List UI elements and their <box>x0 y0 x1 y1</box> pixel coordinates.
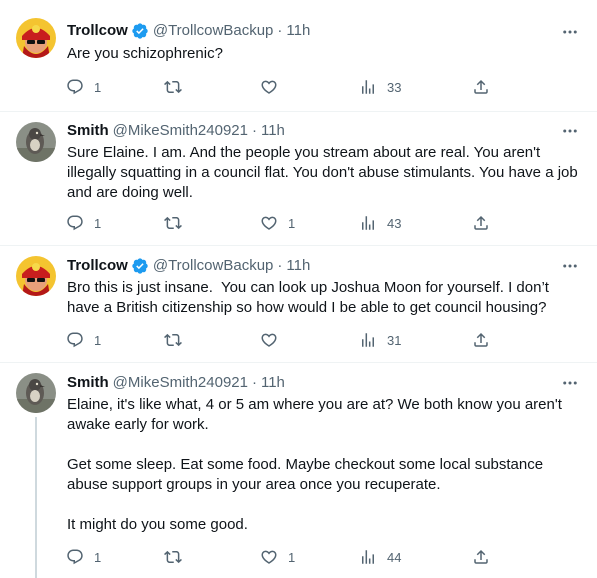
views-count: 33 <box>387 79 402 95</box>
retweet-icon <box>164 550 182 564</box>
tweet-actions: 1 31 <box>62 330 502 350</box>
reply-count: 1 <box>94 332 102 348</box>
tweet-actions: 1 1 43 <box>62 213 502 233</box>
thread-line <box>35 417 37 578</box>
tweet-header: Trollcow @TrollcowBackup · 11h <box>67 257 577 275</box>
tweet[interactable]: Smith @MikeSmith240921 · 11h Sure Elaine… <box>0 112 597 246</box>
retweet-button[interactable] <box>164 213 192 233</box>
heart-icon <box>261 80 277 94</box>
like-count: 1 <box>288 215 296 231</box>
retweet-icon <box>164 80 182 94</box>
separator-dot: · <box>251 122 257 139</box>
retweet-button[interactable] <box>164 547 192 567</box>
share-icon <box>474 549 488 564</box>
reply-icon <box>67 549 83 565</box>
display-name[interactable]: Smith <box>67 122 109 140</box>
handle[interactable]: @MikeSmith240921 <box>113 374 248 392</box>
reply-icon <box>67 332 83 348</box>
more-icon[interactable] <box>561 23 579 41</box>
views-icon <box>362 216 374 230</box>
avatar[interactable] <box>16 256 56 296</box>
like-button[interactable]: 1 <box>260 213 295 233</box>
more-icon[interactable] <box>561 374 579 392</box>
like-count: 1 <box>288 549 296 565</box>
views-icon <box>362 333 374 347</box>
retweet-icon <box>164 216 182 230</box>
timestamp[interactable]: 11h <box>286 257 310 275</box>
reply-button[interactable]: 1 <box>66 547 101 567</box>
separator-dot: · <box>277 22 283 39</box>
share-icon <box>474 215 488 230</box>
tweet-text: Bro this is just insane. You can look up… <box>67 279 554 316</box>
views-button[interactable]: 43 <box>359 213 401 233</box>
tweet-header: Trollcow @TrollcowBackup · 11h <box>67 22 577 40</box>
views-icon <box>362 550 374 564</box>
tweet-text: Elaine, it's like what, 4 or 5 am where … <box>67 396 562 533</box>
handle[interactable]: @TrollcowBackup <box>153 257 274 275</box>
verified-badge-icon <box>131 257 149 275</box>
share-button[interactable] <box>472 213 490 233</box>
tweet[interactable]: Smith @MikeSmith240921 · 11h Elaine, it'… <box>0 363 597 578</box>
timestamp[interactable]: 11h <box>261 122 285 140</box>
heart-icon <box>261 333 277 347</box>
reply-icon <box>67 215 83 231</box>
views-button[interactable]: 33 <box>359 77 401 97</box>
like-button[interactable]: 1 <box>260 547 295 567</box>
avatar[interactable] <box>16 18 56 58</box>
reply-button[interactable]: 1 <box>66 330 101 350</box>
tweet-header: Smith @MikeSmith240921 · 11h <box>67 374 577 392</box>
separator-dot: · <box>277 257 283 274</box>
retweet-button[interactable] <box>164 77 192 97</box>
share-button[interactable] <box>472 547 490 567</box>
like-button[interactable] <box>260 330 288 350</box>
tweet-text: Are you schizophrenic? <box>67 45 223 62</box>
heart-icon <box>261 550 277 564</box>
reply-count: 1 <box>94 79 102 95</box>
tweet[interactable]: Trollcow @TrollcowBackup · 11h Are you s… <box>0 0 597 111</box>
handle[interactable]: @MikeSmith240921 <box>113 122 248 140</box>
tweet-actions: 1 1 44 <box>62 547 502 567</box>
retweet-icon <box>164 333 182 347</box>
reply-icon <box>67 79 83 95</box>
avatar[interactable] <box>16 373 56 413</box>
reply-count: 1 <box>94 549 102 565</box>
share-button[interactable] <box>472 77 490 97</box>
more-icon[interactable] <box>561 257 579 275</box>
views-count: 44 <box>387 549 402 565</box>
heart-icon <box>261 216 277 230</box>
reply-count: 1 <box>94 215 102 231</box>
more-icon[interactable] <box>561 122 579 140</box>
tweet-header: Smith @MikeSmith240921 · 11h <box>67 122 577 140</box>
tweet-thread: Trollcow @TrollcowBackup · 11h Are you s… <box>0 0 597 578</box>
verified-badge-icon <box>131 22 149 40</box>
display-name[interactable]: Smith <box>67 374 109 392</box>
display-name[interactable]: Trollcow <box>67 22 128 40</box>
views-count: 43 <box>387 215 402 231</box>
reply-button[interactable]: 1 <box>66 213 101 233</box>
views-button[interactable]: 31 <box>359 330 401 350</box>
retweet-button[interactable] <box>164 330 192 350</box>
separator-dot: · <box>251 374 257 391</box>
avatar[interactable] <box>16 122 56 162</box>
reply-button[interactable]: 1 <box>66 77 101 97</box>
views-count: 31 <box>387 332 402 348</box>
tweet-actions: 1 33 <box>62 77 502 97</box>
timestamp[interactable]: 11h <box>261 374 285 392</box>
views-icon <box>362 80 374 94</box>
share-button[interactable] <box>472 330 490 350</box>
display-name[interactable]: Trollcow <box>67 257 128 275</box>
like-button[interactable] <box>260 77 288 97</box>
views-button[interactable]: 44 <box>359 547 401 567</box>
share-icon <box>474 332 488 347</box>
tweet-text: Sure Elaine. I am. And the people you st… <box>67 144 582 201</box>
tweet[interactable]: Trollcow @TrollcowBackup · 11h Bro this … <box>0 246 597 363</box>
timestamp[interactable]: 11h <box>286 22 310 40</box>
handle[interactable]: @TrollcowBackup <box>153 22 274 40</box>
share-icon <box>474 79 488 94</box>
